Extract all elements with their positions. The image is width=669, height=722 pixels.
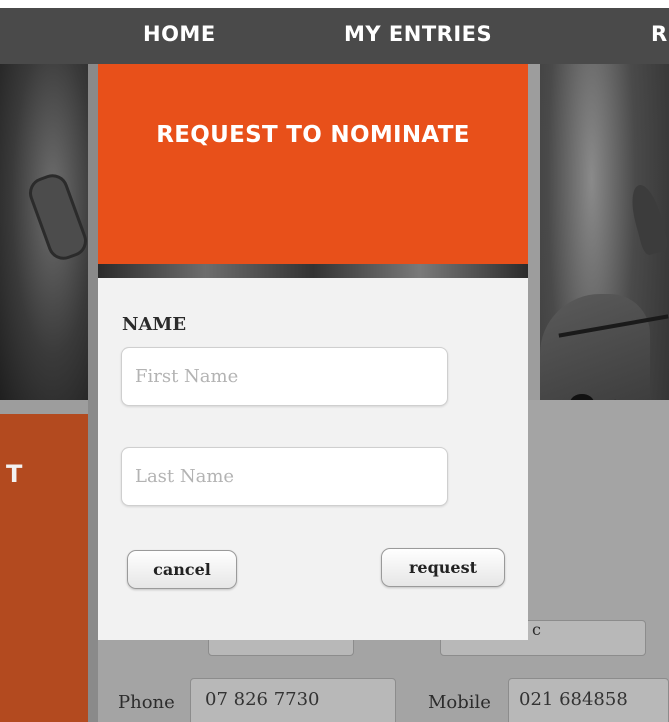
top-nav: HOME MY ENTRIES R [0, 0, 669, 64]
mobile-field[interactable]: 021 684858 [508, 678, 669, 722]
modal-title: REQUEST TO NOMINATE [156, 122, 470, 148]
cancel-button[interactable]: cancel [127, 550, 237, 589]
phone-value: 07 826 7730 [205, 689, 320, 710]
background-photo-left [0, 64, 88, 400]
first-name-input[interactable] [121, 347, 448, 406]
nav-item-my-entries[interactable]: MY ENTRIES [344, 22, 492, 46]
request-button[interactable]: request [381, 548, 505, 587]
phone-field[interactable]: 07 826 7730 [190, 678, 396, 722]
name-label: NAME [122, 314, 187, 335]
modal-body: NAME cancel request [98, 278, 528, 640]
nav-item-home[interactable]: HOME [143, 22, 216, 46]
horse-ear-shape [626, 181, 669, 257]
left-panel-text: T [6, 460, 23, 488]
modal-header-image-strip [98, 264, 528, 278]
bg-partial-text: c [532, 620, 541, 639]
divider-strip [88, 64, 98, 722]
mobile-value: 021 684858 [519, 689, 628, 710]
phone-label: Phone [118, 692, 175, 713]
last-name-input[interactable] [121, 447, 448, 506]
modal-header: REQUEST TO NOMINATE [98, 64, 528, 264]
nav-item-partial[interactable]: R [651, 22, 668, 46]
mobile-label: Mobile [428, 692, 491, 713]
left-orange-panel: T [0, 414, 88, 722]
